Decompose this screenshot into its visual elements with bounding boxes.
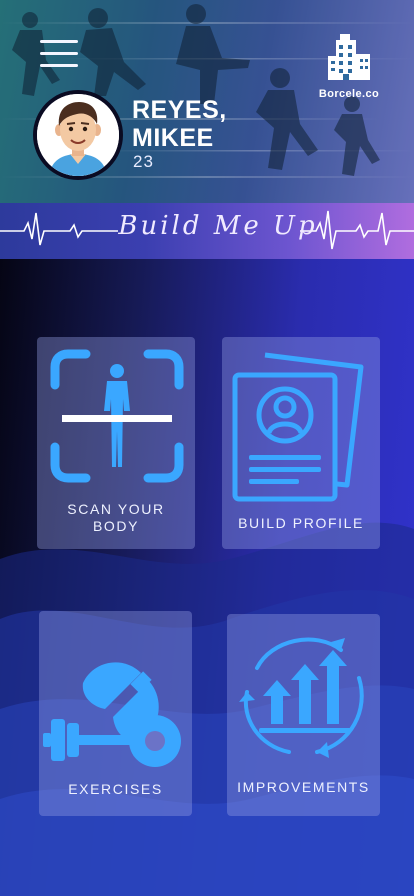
dumbbell-icon	[43, 662, 181, 767]
exercises-button[interactable]: EXERCISES	[39, 611, 192, 816]
improvements-label: IMPROVEMENTS	[237, 779, 370, 795]
build-profile-label: BUILD PROFILE	[238, 515, 364, 531]
user-last-name: REYES,	[132, 96, 227, 124]
body-scan-icon	[50, 349, 184, 483]
menu-line	[40, 40, 78, 43]
user-avatar-illustration	[37, 94, 119, 176]
app-header: Borcele.co REYES, MIKEE 23	[0, 0, 414, 203]
building-icon	[328, 34, 370, 80]
brand-logo[interactable]: Borcele.co	[312, 32, 386, 100]
user-first-name: MIKEE	[132, 124, 214, 152]
exercises-label: EXERCISES	[68, 781, 163, 797]
menu-line	[40, 64, 78, 67]
build-profile-button[interactable]: BUILD PROFILE	[222, 337, 380, 549]
profile-document-icon	[232, 352, 364, 502]
app-tagline: Build Me Up	[118, 211, 318, 241]
improvements-button[interactable]: IMPROVEMENTS	[227, 614, 380, 816]
tagline-banner: Build Me Up	[0, 203, 414, 259]
hamburger-menu-icon[interactable]	[40, 40, 80, 68]
avatar-image	[37, 94, 119, 176]
user-name: REYES, MIKEE	[132, 96, 302, 152]
user-age: 23	[133, 152, 154, 171]
menu-line	[40, 52, 78, 55]
progress-chart-icon	[239, 637, 364, 758]
scan-body-label-line2: BODY	[92, 518, 140, 534]
avatar[interactable]	[33, 90, 123, 180]
scan-body-label: SCAN YOUR BODY	[37, 501, 195, 535]
main-dashboard: SCAN YOUR BODY BUILD PROFILE EXERCISES I…	[0, 259, 414, 896]
brand-name: Borcele.co	[318, 88, 380, 100]
scan-body-button[interactable]: SCAN YOUR BODY	[37, 337, 195, 549]
scan-body-label-line1: SCAN YOUR	[67, 501, 165, 517]
